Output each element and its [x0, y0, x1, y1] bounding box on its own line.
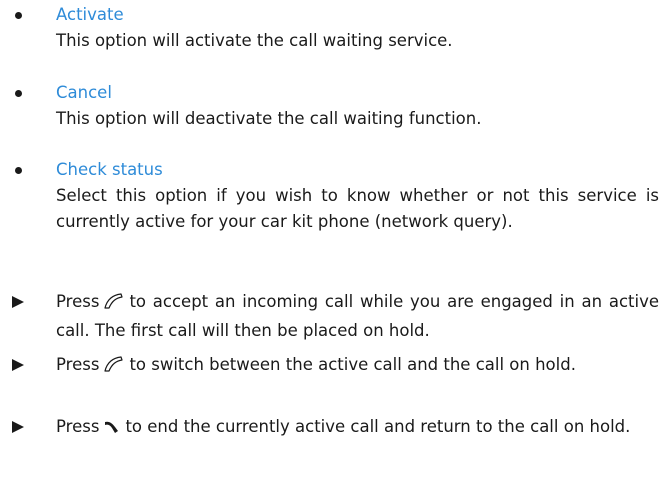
option-description: Select this option if you wish to know w… — [56, 186, 659, 231]
option-description: This option will activate the call waiti… — [56, 31, 453, 50]
step-text-after: to accept an incoming call while you are… — [56, 292, 659, 340]
arrow-icon — [12, 359, 24, 371]
option-title: Activate — [56, 5, 124, 24]
page: Activate This option will activate the c… — [0, 0, 669, 477]
call-icon — [103, 292, 125, 318]
option-title: Cancel — [56, 83, 112, 102]
step-text-after: to switch between the active call and th… — [129, 355, 576, 374]
option-title: Check status — [56, 160, 163, 179]
end-call-icon — [103, 417, 121, 443]
call-icon — [103, 355, 125, 381]
bullet-icon — [15, 90, 22, 97]
bullet-icon — [15, 167, 22, 174]
bullet-icon — [15, 12, 22, 19]
arrow-icon — [12, 296, 24, 308]
step-text-after: to end the currently active call and ret… — [125, 417, 631, 436]
step-text-before: Press — [56, 355, 100, 374]
option-description: This option will deactivate the call wai… — [56, 109, 482, 128]
step-text-before: Press — [56, 417, 100, 436]
arrow-icon — [12, 421, 24, 433]
step-text-before: Press — [56, 292, 100, 311]
